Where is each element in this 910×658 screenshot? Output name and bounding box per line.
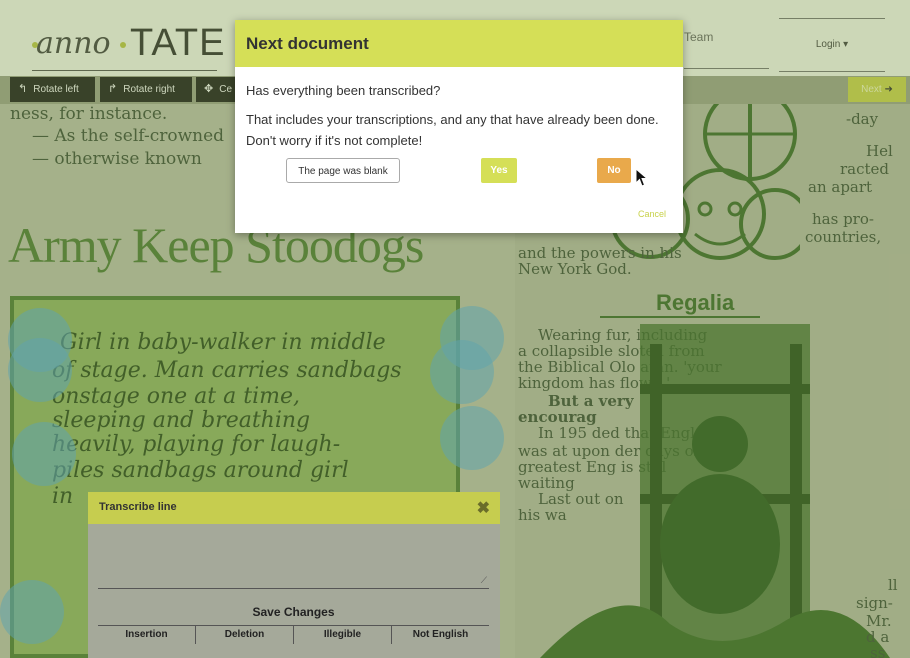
transcription-tools: Insertion Deletion Illegible Not English (98, 625, 489, 644)
no-button[interactable]: No (597, 158, 631, 183)
resize-grip-icon[interactable]: ⟋ (481, 575, 487, 586)
transcribe-panel: Transcribe line ✖ ⟋ Save Changes Inserti… (88, 492, 500, 658)
dialog-question: Has everything been transcribed? (246, 83, 441, 98)
not-english-button[interactable]: Not English (392, 629, 489, 640)
next-document-dialog: Next document Has everything been transc… (235, 20, 683, 233)
dialog-explanation: That includes your transcriptions, and a… (246, 112, 659, 148)
transcribe-panel-title: Transcribe line (99, 501, 177, 513)
deletion-button[interactable]: Deletion (196, 629, 293, 640)
dialog-header: Next document (235, 20, 683, 67)
insertion-button[interactable]: Insertion (98, 629, 195, 640)
mouse-pointer-icon (635, 168, 649, 187)
transcription-textarea[interactable]: ⟋ (98, 532, 489, 589)
page-blank-button[interactable]: The page was blank (286, 158, 400, 183)
cancel-link[interactable]: Cancel (638, 209, 666, 219)
dialog-title: Next document (246, 34, 369, 53)
yes-button[interactable]: Yes (481, 158, 517, 183)
close-icon[interactable]: ✖ (477, 498, 490, 518)
transcribe-panel-header[interactable]: Transcribe line ✖ (88, 492, 500, 524)
save-changes-button[interactable]: Save Changes (98, 605, 489, 619)
illegible-button[interactable]: Illegible (294, 629, 391, 640)
